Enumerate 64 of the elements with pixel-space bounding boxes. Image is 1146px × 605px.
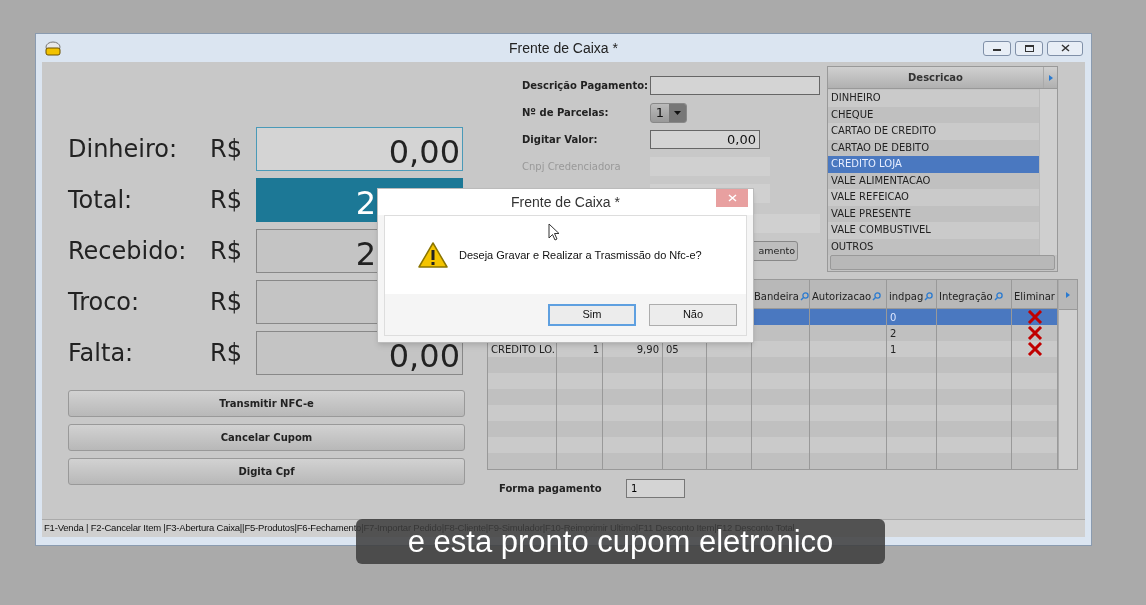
close-icon [727, 194, 737, 202]
field-label: Forma pagamento [499, 482, 603, 496]
scrollbar[interactable] [830, 255, 1055, 270]
table-row[interactable]: CREDITO LO. 1 9,90 05 1 [488, 341, 1058, 358]
text-field[interactable]: 0,00 [650, 130, 760, 149]
amount-label: Total: [68, 185, 134, 216]
delete-icon[interactable] [1026, 342, 1043, 357]
scrollbar[interactable] [1059, 310, 1077, 469]
table-cell-text: 0 [890, 310, 898, 325]
minimize-button[interactable] [983, 40, 1011, 56]
action-button[interactable]: Cancelar Cupom [68, 424, 465, 451]
column-header[interactable]: Bandeira [752, 280, 809, 309]
dialog-title: Frente de Caixa * [511, 192, 620, 212]
action-button[interactable]: Transmitir NFC-e [68, 390, 465, 417]
text-field[interactable] [650, 76, 820, 95]
window-title: Frente de Caixa * [509, 38, 618, 58]
maximize-button[interactable] [1015, 40, 1043, 56]
amount-label: Dinheiro: [68, 134, 179, 165]
search-icon[interactable] [993, 292, 1003, 301]
dialog-button[interactable]: Sim [548, 303, 636, 326]
amount-label: Recebido: [68, 236, 188, 267]
table-cell-text: CREDITO LO. [491, 342, 553, 357]
search-icon[interactable] [872, 292, 882, 301]
list-item[interactable]: VALE COMBUSTIVEL [828, 222, 1039, 239]
table-cell-text: 9,90 [635, 342, 659, 357]
column-header[interactable]: Autorizacao [810, 280, 886, 309]
search-icon[interactable] [799, 292, 809, 301]
app-logo-icon [44, 40, 62, 56]
currency-label: R$ [210, 185, 243, 216]
forma-pagamento-field[interactable]: 1 [626, 479, 685, 498]
warning-icon [417, 241, 449, 269]
parcelas-dropdown[interactable]: 1 [650, 102, 687, 123]
scrollbar[interactable] [1039, 89, 1057, 255]
list-item[interactable]: DINHEIRO [828, 90, 1039, 107]
column-header[interactable]: Integração [937, 280, 1011, 309]
search-icon[interactable] [924, 292, 934, 301]
caret-icon [669, 103, 686, 122]
column-header[interactable]: indpag [887, 280, 936, 309]
list-item[interactable]: CREDITO LOJA [828, 156, 1039, 173]
field-label: Digitar Valor: [522, 133, 599, 147]
table-cell-text: 1 [591, 342, 599, 357]
list-item[interactable]: CARTAO DE CREDITO [828, 123, 1039, 140]
currency-label: R$ [210, 338, 243, 369]
currency-label: R$ [210, 287, 243, 318]
scroll-right-icon[interactable] [1059, 280, 1077, 310]
close-button[interactable] [1047, 40, 1083, 56]
amount-label: Troco: [68, 287, 141, 318]
field-label: Nº de Parcelas: [522, 106, 610, 120]
field-label: Descrição Pagamento: [522, 79, 650, 93]
cursor-icon [548, 223, 560, 241]
amount-field[interactable]: 0,00 [256, 127, 463, 171]
column-header[interactable]: Eliminar [1012, 280, 1057, 309]
delete-icon[interactable] [1026, 326, 1043, 341]
dialog-button[interactable]: Não [649, 303, 737, 326]
currency-label: R$ [210, 236, 243, 267]
list-item[interactable]: VALE REFEICAO [828, 189, 1039, 206]
close-icon [1060, 44, 1070, 52]
currency-label: R$ [210, 134, 243, 165]
amount-label: Falta: [68, 338, 135, 369]
delete-icon[interactable] [1026, 310, 1043, 325]
table-cell-text: 05 [666, 342, 680, 357]
table-cell-text: 1 [890, 342, 898, 357]
action-button[interactable]: Digita Cpf [68, 458, 465, 485]
table-cell-text: 2 [890, 326, 898, 341]
